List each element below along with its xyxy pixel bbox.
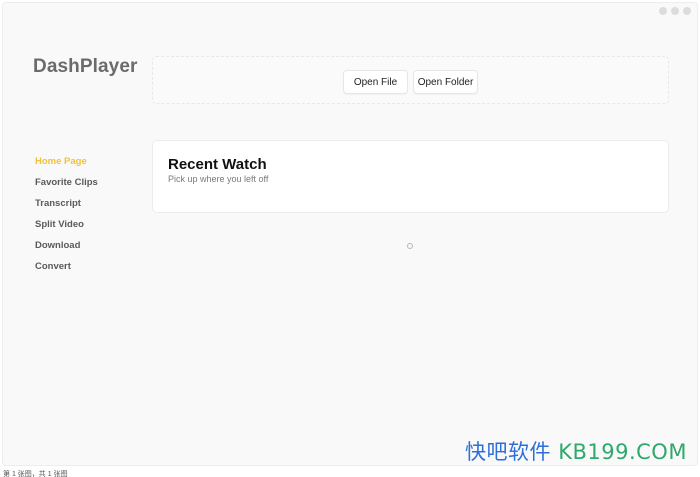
page-indicator: 第 1 张图，共 1 张图: [3, 471, 68, 477]
sidebar-item-home-page[interactable]: Home Page: [35, 154, 98, 175]
open-file-button[interactable]: Open File: [343, 70, 408, 94]
recent-watch-card: Recent Watch Pick up where you left off: [152, 140, 669, 213]
window-dot-icon[interactable]: [683, 7, 691, 15]
sidebar-item-convert[interactable]: Convert: [35, 259, 98, 280]
watermark-text-en: KB199.COM: [558, 440, 687, 464]
recent-watch-subtitle: Pick up where you left off: [168, 174, 269, 184]
watermark-text-cn: 快吧软件: [465, 440, 551, 464]
app-title: DashPlayer: [33, 56, 138, 77]
sidebar-nav: Home Page Favorite Clips Transcript Spli…: [35, 154, 98, 280]
sidebar-item-favorite-clips[interactable]: Favorite Clips: [35, 175, 98, 196]
sidebar-item-split-video[interactable]: Split Video: [35, 217, 98, 238]
window-controls: [659, 7, 691, 15]
sidebar-item-transcript[interactable]: Transcript: [35, 196, 98, 217]
window-dot-icon[interactable]: [671, 7, 679, 15]
file-toolbar: Open File Open Folder: [152, 56, 669, 104]
watermark: 快吧软件 KB199.COM: [465, 436, 687, 466]
loading-spinner-icon: [407, 243, 413, 249]
sidebar-item-download[interactable]: Download: [35, 238, 98, 259]
app-window: DashPlayer Open File Open Folder Home Pa…: [2, 2, 698, 466]
window-dot-icon[interactable]: [659, 7, 667, 15]
recent-watch-title: Recent Watch: [168, 156, 267, 173]
open-folder-button[interactable]: Open Folder: [413, 70, 478, 94]
